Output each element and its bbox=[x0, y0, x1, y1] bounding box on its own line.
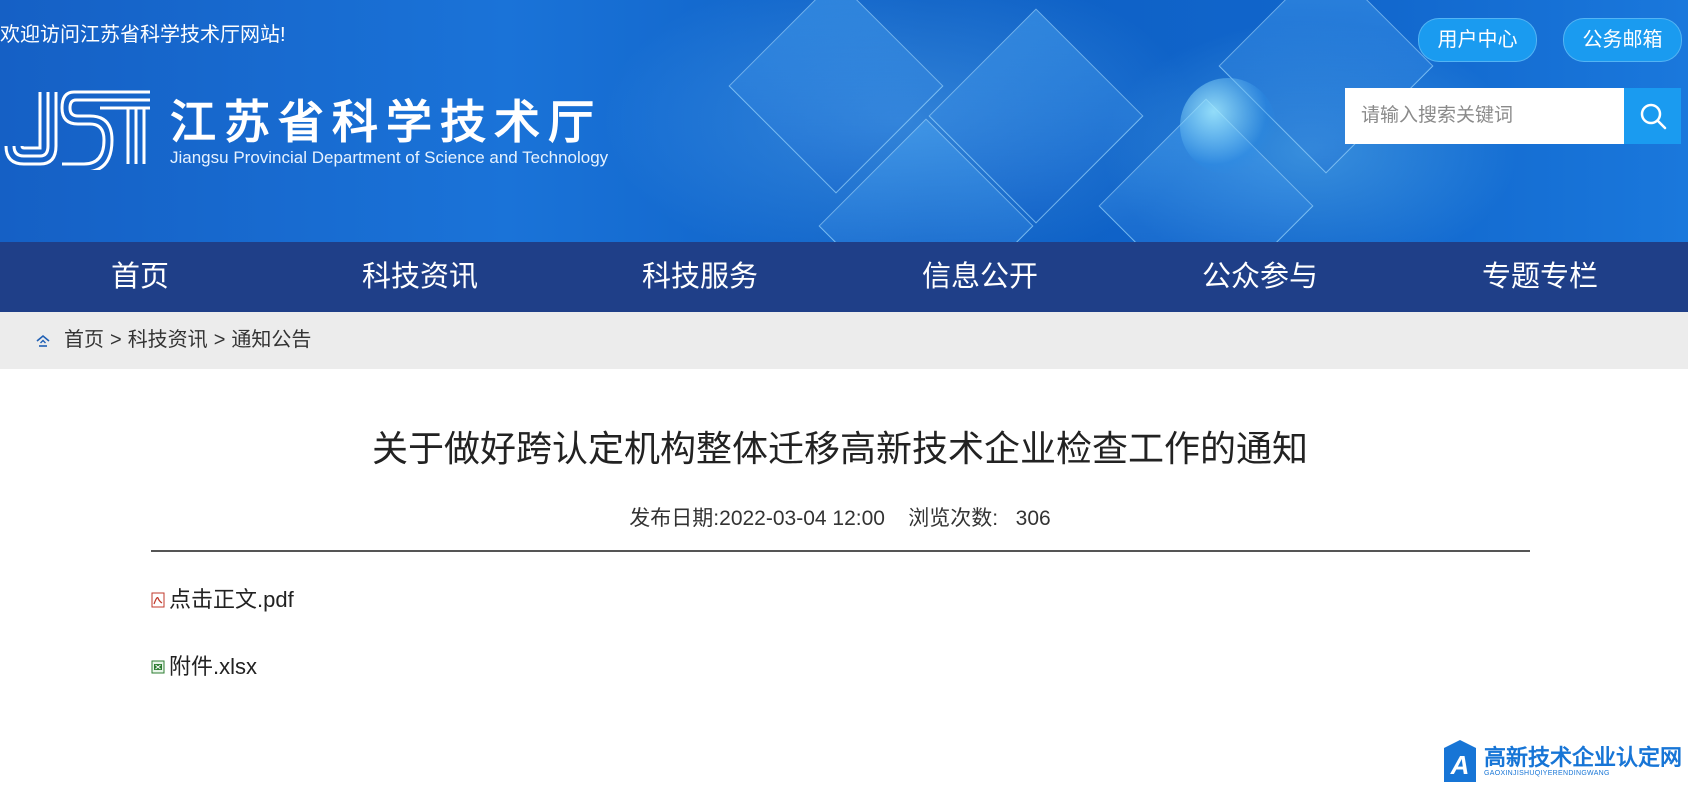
mail-button[interactable]: 公务邮箱 bbox=[1563, 18, 1682, 62]
site-title: 江苏省科学技术厅 bbox=[170, 96, 602, 148]
watermark-text: 高新技术企业认定网 GAOXINJISHUQIYERENDINGWANG bbox=[1484, 744, 1683, 777]
jst-logo-icon bbox=[4, 90, 150, 174]
article-title: 关于做好跨认定机构整体迁移高新技术企业检查工作的通知 bbox=[371, 428, 1308, 469]
views-value: 306 bbox=[1015, 507, 1051, 530]
breadcrumb-separator: > bbox=[110, 329, 122, 351]
search-input[interactable] bbox=[1345, 88, 1624, 144]
jst-logo[interactable] bbox=[4, 86, 152, 175]
breadcrumb-link-news[interactable]: 科技资讯 bbox=[128, 312, 208, 369]
nav-item-services[interactable]: 科技服务 bbox=[560, 242, 840, 312]
title-divider bbox=[151, 550, 1530, 552]
watermark: A 高新技术企业认定网 GAOXINJISHUQIYERENDINGWANG bbox=[1440, 736, 1682, 786]
search-icon bbox=[1640, 103, 1666, 130]
welcome-text: 欢迎访问江苏省科学技术厅网站! bbox=[0, 24, 286, 46]
site-subtitle: Jiangsu Provincial Department of Science… bbox=[170, 148, 609, 167]
attachment-pdf-link[interactable]: 点击正文.pdf bbox=[169, 582, 294, 614]
article-meta: 发布日期:2022-03-04 12:00 浏览次数: 306 bbox=[150, 502, 1530, 532]
site-header: 欢迎访问江苏省科学技术厅网站! 用户中心 公务邮箱 江苏省科学技术厅 Jiang… bbox=[0, 0, 1688, 242]
main-nav: 首页 科技资讯 科技服务 信息公开 公众参与 专题专栏 bbox=[0, 242, 1688, 312]
breadcrumb: 首页 > 科技资讯 > 通知公告 bbox=[36, 312, 311, 369]
breadcrumb-link-home[interactable]: 首页 bbox=[64, 312, 104, 369]
watermark-title: 高新技术企业认定网 bbox=[1484, 744, 1683, 770]
breadcrumb-bar: 首页 > 科技资讯 > 通知公告 bbox=[0, 312, 1688, 369]
watermark-logo-icon: A bbox=[1444, 740, 1476, 782]
user-center-button[interactable]: 用户中心 bbox=[1418, 18, 1537, 62]
attachment-pdf[interactable]: 点击正文.pdf bbox=[151, 582, 294, 614]
pdf-icon bbox=[151, 592, 167, 608]
nav-item-topics[interactable]: 专题专栏 bbox=[1400, 242, 1680, 312]
breadcrumb-current[interactable]: 通知公告 bbox=[231, 312, 311, 369]
search-button[interactable] bbox=[1624, 88, 1681, 144]
excel-icon bbox=[151, 659, 167, 675]
dna-bubble bbox=[1180, 78, 1276, 174]
date-label: 发布日期: bbox=[629, 507, 720, 530]
svg-text:A: A bbox=[1450, 750, 1470, 780]
nav-item-participation[interactable]: 公众参与 bbox=[1120, 242, 1400, 312]
attachment-excel[interactable]: 附件.xlsx bbox=[151, 649, 257, 681]
nav-item-home[interactable]: 首页 bbox=[0, 242, 280, 312]
nav-item-disclosure[interactable]: 信息公开 bbox=[840, 242, 1120, 312]
breadcrumb-separator: > bbox=[213, 329, 226, 351]
watermark-subtitle: GAOXINJISHUQIYERENDINGWANG bbox=[1484, 769, 1610, 777]
views-label: 浏览次数: bbox=[908, 507, 999, 530]
date-value: 2022-03-04 12:00 bbox=[719, 507, 885, 530]
attachment-excel-link[interactable]: 附件.xlsx bbox=[169, 649, 257, 681]
home-icon bbox=[36, 334, 50, 348]
nav-item-news[interactable]: 科技资讯 bbox=[280, 242, 560, 312]
